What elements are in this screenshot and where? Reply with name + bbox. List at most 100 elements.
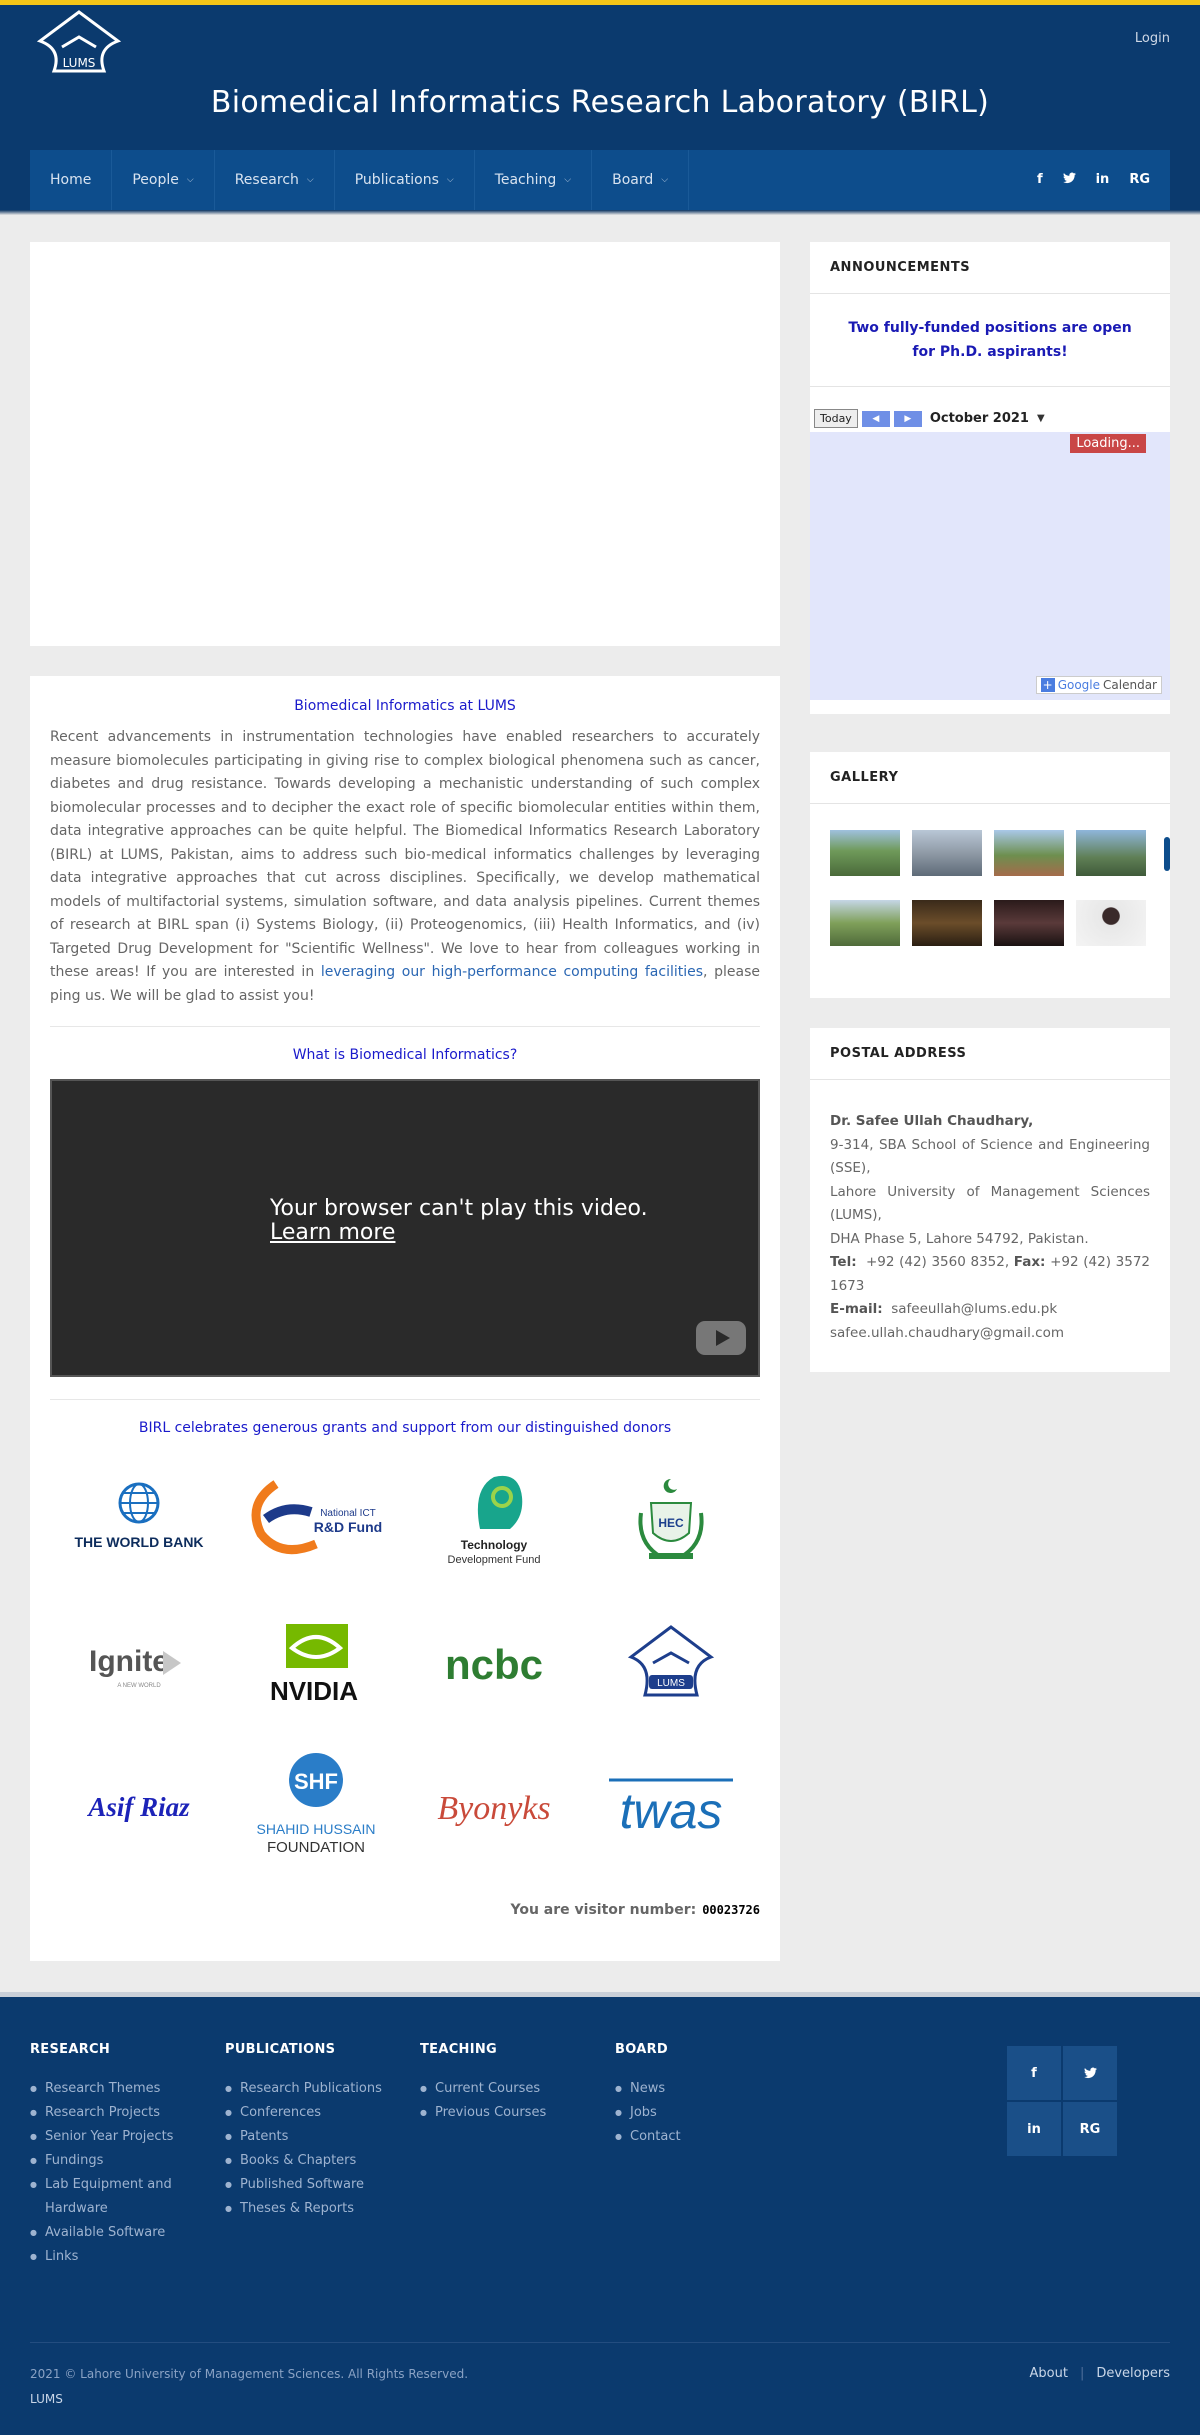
video-heading: What is Biomedical Informatics?	[292, 1047, 518, 1063]
calendar-today-button[interactable]: Today	[814, 409, 858, 428]
email-link[interactable]: safee.ullah.chaudhary@gmail.com	[830, 1325, 1064, 1341]
announcements-card: ANNOUNCEMENTS Two fully-funded positions…	[810, 242, 1170, 714]
hpc-link[interactable]: leveraging our high-performance computin…	[321, 964, 703, 980]
calendar-body[interactable]: Loading... + Google Calendar	[810, 432, 1170, 700]
facebook-icon[interactable]: f	[1037, 172, 1043, 188]
gallery-photo[interactable]	[994, 830, 1064, 876]
svg-text:FOUNDATION: FOUNDATION	[267, 1839, 365, 1856]
footer-link[interactable]: News	[615, 2077, 810, 2101]
donor-ncbc[interactable]: ncbc	[405, 1608, 583, 1718]
footer-link[interactable]: Published Software	[225, 2173, 420, 2197]
footer-link[interactable]: Senior Year Projects	[30, 2125, 225, 2149]
nav-board-label: Board	[612, 172, 654, 188]
developers-link[interactable]: Developers	[1096, 2366, 1170, 2381]
footer-lums-label: LUMS	[30, 2392, 63, 2406]
footer-link[interactable]: Links	[30, 2245, 225, 2269]
gallery-photo[interactable]	[912, 830, 982, 876]
calendar-month[interactable]: October 2021	[930, 411, 1029, 426]
donor-nvidia[interactable]: NVIDIA	[228, 1608, 406, 1718]
gallery-title: GALLERY	[810, 752, 1170, 804]
footer-link[interactable]: Lab Equipment and Hardware	[30, 2173, 225, 2221]
google-calendar-button[interactable]: + Google Calendar	[1035, 676, 1162, 694]
researchgate-icon[interactable]: RG	[1062, 2101, 1118, 2157]
twitter-icon[interactable]	[1062, 172, 1076, 188]
chevron-down-icon[interactable]: ▼	[1037, 413, 1045, 424]
postal-address: Dr. Safee Ullah Chaudhary, 9-314, SBA Sc…	[810, 1080, 1170, 1375]
about-link[interactable]: About	[1030, 2366, 1068, 2381]
link-separator: |	[1079, 2366, 1085, 2381]
gallery-photo[interactable]	[830, 900, 900, 946]
twitter-icon[interactable]	[1062, 2045, 1118, 2101]
facebook-icon[interactable]: f	[1006, 2045, 1062, 2101]
gallery-photo[interactable]	[912, 900, 982, 946]
donor-ict-rnd-fund[interactable]: National ICT R&D Fund	[228, 1464, 406, 1574]
donor-world-bank[interactable]: THE WORLD BANK	[50, 1464, 228, 1574]
svg-text:SHAHID HUSSAIN: SHAHID HUSSAIN	[257, 1821, 376, 1837]
footer-column-research: RESEARCH Research Themes Research Projec…	[30, 2042, 225, 2269]
learn-more-link[interactable]: Learn more	[270, 1221, 648, 1245]
lums-logo[interactable]: LUMS	[32, 9, 126, 81]
google-logo: Google	[1057, 678, 1101, 692]
intro-card: Biomedical Informatics at LUMS Recent ad…	[30, 676, 780, 1961]
image-slider[interactable]	[30, 242, 780, 646]
email-link[interactable]: safeeullah@lums.edu.pk	[891, 1301, 1057, 1317]
nav-publications-label: Publications	[354, 172, 439, 188]
donors-heading: BIRL celebrates generous grants and supp…	[138, 1420, 672, 1436]
site-title: Biomedical Informatics Research Laborato…	[210, 85, 990, 120]
footer-column-title: BOARD	[615, 2042, 668, 2057]
gallery-scroll-handle[interactable]	[1164, 837, 1170, 871]
footer-link[interactable]: Current Courses	[420, 2077, 615, 2101]
nav-people[interactable]: People ⌵	[112, 150, 215, 210]
footer-link[interactable]: Jobs	[615, 2101, 810, 2125]
footer-link[interactable]: Theses & Reports	[225, 2197, 420, 2221]
donor-asif-riaz[interactable]: Asif Riaz	[50, 1752, 228, 1862]
footer-link[interactable]: Patents	[225, 2125, 420, 2149]
address-line: 9-314, SBA School of Science and Enginee…	[830, 1136, 1150, 1177]
login-link[interactable]: Login	[1135, 31, 1170, 46]
gallery-photo[interactable]	[1076, 830, 1146, 876]
nav-board[interactable]: Board ⌵	[592, 150, 690, 210]
footer-link[interactable]: Conferences	[225, 2101, 420, 2125]
donor-twas[interactable]: twas	[583, 1752, 761, 1862]
calendar-prev-icon[interactable]: ◀	[861, 410, 890, 427]
footer-link[interactable]: Research Publications	[225, 2077, 420, 2101]
footer-column-teaching: TEACHING Current Courses Previous Course…	[420, 2042, 615, 2269]
svg-text:SHF: SHF	[294, 1769, 338, 1794]
linkedin-icon[interactable]: in	[1006, 2101, 1062, 2157]
footer-link[interactable]: Fundings	[30, 2149, 225, 2173]
video-player[interactable]: Your browser can't play this video. Lear…	[50, 1079, 760, 1377]
gallery-photo[interactable]	[830, 830, 900, 876]
linkedin-icon[interactable]: in	[1096, 172, 1110, 188]
researchgate-icon[interactable]: RG	[1129, 172, 1150, 188]
footer-link[interactable]: Research Themes	[30, 2077, 225, 2101]
announcement-link[interactable]: Two fully-funded positions are open for …	[810, 294, 1170, 387]
nav-publications[interactable]: Publications ⌵	[335, 150, 475, 210]
footer-link[interactable]: Available Software	[30, 2221, 225, 2245]
donor-hec[interactable]: HEC	[583, 1464, 761, 1574]
donor-ignite[interactable]: Ignite A NEW WORLD	[50, 1608, 228, 1718]
main-content: Biomedical Informatics at LUMS Recent ad…	[30, 242, 780, 1961]
nav-home[interactable]: Home	[30, 150, 113, 210]
footer-link[interactable]: Research Projects	[30, 2101, 225, 2125]
donor-lums[interactable]: LUMS	[583, 1608, 761, 1718]
donor-byonyks[interactable]: Byonyks	[405, 1752, 583, 1862]
gallery-photo[interactable]	[994, 900, 1064, 946]
footer-link[interactable]: Contact	[615, 2125, 810, 2149]
postal-address-card: POSTAL ADDRESS Dr. Safee Ullah Chaudhary…	[810, 1028, 1170, 1372]
youtube-play-icon[interactable]	[696, 1321, 746, 1355]
svg-text:ncbc: ncbc	[445, 1641, 543, 1688]
nav-teaching[interactable]: Teaching ⌵	[475, 150, 593, 210]
nav-home-label: Home	[50, 172, 92, 188]
intro-text: Recent advancements in instrumentation t…	[50, 729, 760, 980]
header-shadow	[0, 210, 1200, 215]
calendar-next-icon[interactable]: ▶	[893, 410, 922, 427]
svg-text:THE WORLD BANK: THE WORLD BANK	[74, 1534, 203, 1550]
donor-technology-development-fund[interactable]: Technology Development Fund	[405, 1464, 583, 1574]
footer-link[interactable]: Books & Chapters	[225, 2149, 420, 2173]
gallery-photo[interactable]	[1076, 900, 1146, 946]
footer-column-title: RESEARCH	[30, 2042, 111, 2057]
footer-link[interactable]: Previous Courses	[420, 2101, 615, 2125]
donor-shahid-hussain-foundation[interactable]: SHF SHAHID HUSSAIN FOUNDATION	[228, 1752, 406, 1862]
nav-research[interactable]: Research ⌵	[215, 150, 335, 210]
footer-column-publications: PUBLICATIONS Research Publications Confe…	[225, 2042, 420, 2269]
